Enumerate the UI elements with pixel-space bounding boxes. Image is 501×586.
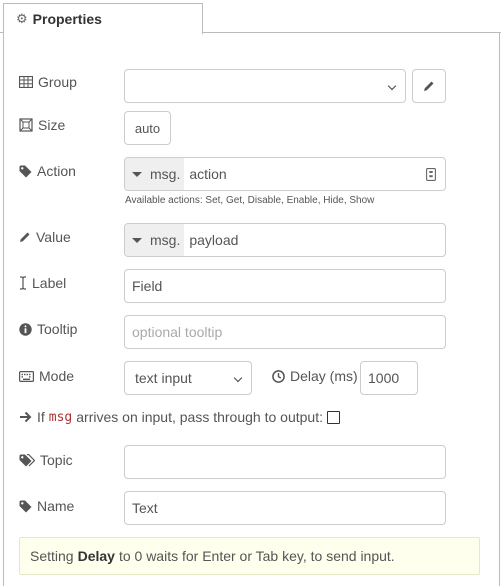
delay-row: Delay (ms) [272, 368, 358, 384]
tab-properties[interactable]: ⚙ Properties [3, 3, 203, 34]
msg-code: msg [48, 409, 73, 425]
panel-right-border [499, 33, 500, 586]
edit-group-button[interactable] [412, 69, 446, 103]
chevron-down-icon [233, 373, 243, 383]
pencil-icon [424, 81, 434, 91]
group-row: Group [19, 74, 77, 90]
keyboard-icon [19, 370, 34, 382]
value-typed-input[interactable]: msg. payload [124, 223, 446, 257]
label-label: Label [19, 275, 66, 291]
group-select[interactable] [124, 69, 406, 103]
info-icon [19, 322, 32, 336]
action-typed-input[interactable]: msg. action [124, 157, 446, 191]
tags-icon [19, 453, 35, 466]
tag-icon [19, 165, 32, 177]
name-input[interactable]: Text [124, 491, 446, 525]
size-label: Size [19, 117, 65, 133]
label-input[interactable]: Field [124, 269, 446, 303]
panel-left-border [3, 33, 4, 586]
topic-input[interactable] [124, 445, 446, 479]
tag-icon [19, 500, 32, 512]
value-type-select[interactable]: msg. [125, 224, 185, 256]
gear-icon: ⚙ [16, 11, 28, 26]
text-cursor-icon [20, 276, 26, 290]
tooltip-row: Tooltip [19, 321, 77, 337]
size-button[interactable]: auto [124, 111, 171, 145]
action-row: Action [19, 163, 76, 179]
expand-editor-button[interactable] [421, 165, 441, 183]
caret-down-icon [132, 237, 142, 243]
action-value: action [189, 166, 227, 182]
delay-label: Delay (ms) [272, 368, 358, 384]
action-hint: Available actions: Set, Get, Disable, En… [125, 195, 375, 206]
value-value: payload [189, 232, 239, 248]
table-icon [19, 76, 33, 88]
passthrough-text: arrives on input, pass through to output… [76, 409, 323, 425]
clock-icon [272, 369, 285, 383]
mode-select[interactable]: text input [124, 361, 252, 395]
tooltip-input[interactable]: optional tooltip [124, 315, 446, 349]
caret-down-icon [132, 171, 142, 177]
value-row: Value [19, 229, 71, 245]
topic-row: Topic [19, 452, 73, 468]
delay-info-tip: Setting Delay to 0 waits for Enter or Ta… [19, 537, 480, 575]
mode-label: Mode [19, 368, 74, 384]
pencil-icon [20, 232, 30, 242]
action-type-select[interactable]: msg. [125, 158, 185, 190]
document-icon [426, 167, 436, 181]
passthrough-label: If [19, 409, 45, 425]
passthrough-checkbox[interactable] [326, 410, 340, 424]
value-label: Value [19, 229, 71, 245]
action-label: Action [19, 163, 76, 179]
name-label: Name [19, 498, 74, 514]
tab-bar: ⚙ Properties [0, 0, 501, 34]
tooltip-label: Tooltip [19, 321, 77, 337]
passthrough-row: If msg arrives on input, pass through to… [19, 409, 340, 425]
expand-icon [19, 118, 33, 132]
tab-label: Properties [32, 11, 102, 27]
topic-label: Topic [19, 452, 73, 468]
mode-row: Mode [19, 368, 74, 384]
group-label: Group [19, 74, 77, 90]
chevron-down-icon [387, 81, 397, 91]
size-row: Size [19, 117, 65, 133]
label-row: Label [19, 275, 66, 291]
arrow-right-icon [20, 411, 32, 423]
delay-input[interactable]: 1000 [360, 361, 418, 395]
name-row: Name [19, 498, 74, 514]
